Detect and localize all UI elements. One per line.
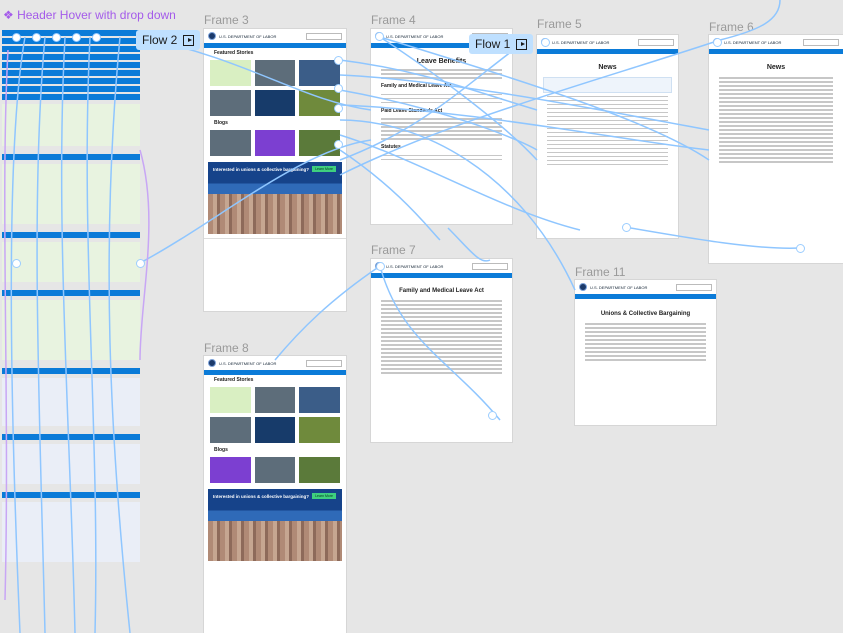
connection-node[interactable] bbox=[334, 56, 343, 65]
connection-node[interactable] bbox=[334, 104, 343, 113]
connection-node[interactable] bbox=[32, 33, 41, 42]
connection-node[interactable] bbox=[72, 33, 81, 42]
connection-node[interactable] bbox=[52, 33, 61, 42]
connection-node[interactable] bbox=[541, 38, 550, 47]
connection-node[interactable] bbox=[12, 33, 21, 42]
connection-node[interactable] bbox=[796, 244, 805, 253]
connection-node[interactable] bbox=[488, 411, 497, 420]
connection-node[interactable] bbox=[622, 223, 631, 232]
connection-node[interactable] bbox=[334, 84, 343, 93]
connection-node[interactable] bbox=[376, 262, 385, 271]
connection-node[interactable] bbox=[375, 32, 384, 41]
connection-node[interactable] bbox=[334, 140, 343, 149]
flow-label: Flow 1 bbox=[475, 37, 511, 51]
play-prototype-icon[interactable] bbox=[516, 38, 528, 50]
flow-2-badge[interactable]: Flow 2 bbox=[136, 30, 201, 50]
connection-node[interactable] bbox=[92, 33, 101, 42]
flow-label: Flow 2 bbox=[142, 33, 178, 47]
connection-node[interactable] bbox=[12, 259, 21, 268]
play-prototype-icon[interactable] bbox=[183, 34, 195, 46]
connection-node[interactable] bbox=[713, 38, 722, 47]
connection-node[interactable] bbox=[136, 259, 145, 268]
flow-1-badge[interactable]: Flow 1 bbox=[469, 34, 534, 54]
prototype-connections bbox=[4, 0, 801, 633]
